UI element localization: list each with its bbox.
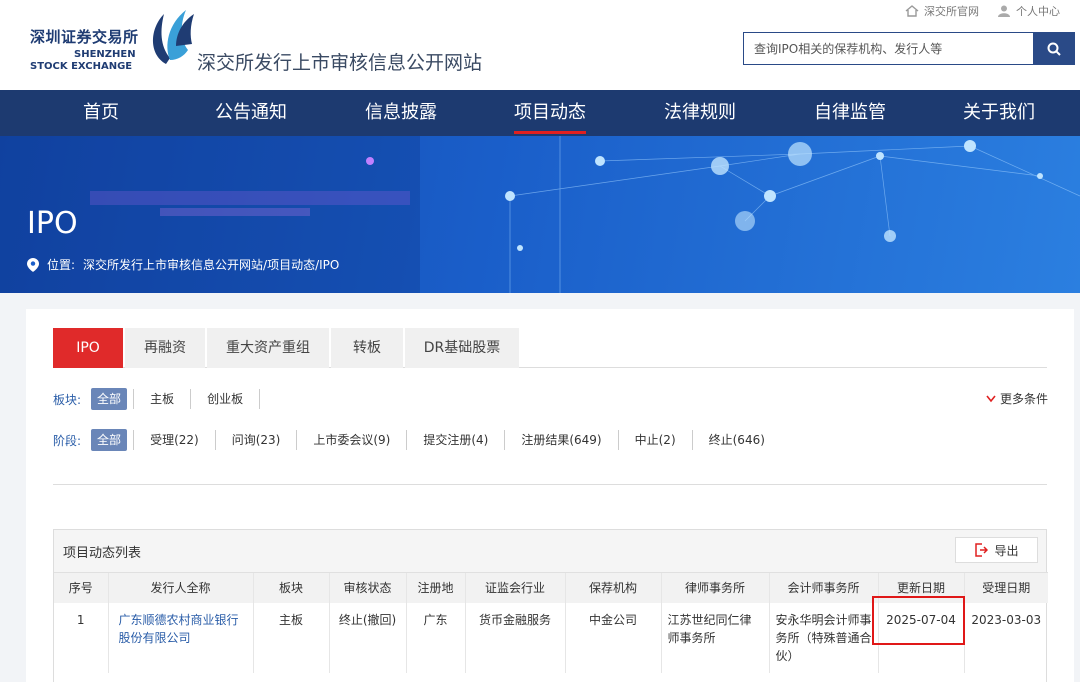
cell-review-status: 终止(撤回)	[328, 602, 406, 673]
cell-board: 主板	[252, 602, 329, 673]
nav-item-rules[interactable]: 法律规则	[664, 90, 736, 136]
column-header: 保荐机构	[564, 572, 661, 603]
cell-industry: 货币金融服务	[464, 602, 565, 673]
column-header: 律师事务所	[660, 572, 769, 603]
stage-option-listing-committee[interactable]: 上市委会议(9)	[303, 429, 400, 451]
stage-option-terminated[interactable]: 终止(646)	[699, 429, 775, 451]
tab-refinancing[interactable]: 再融资	[125, 328, 205, 368]
breadcrumb: 位置: 深交所发行上市审核信息公开网站/项目动态/IPO	[27, 256, 339, 273]
official-site-link[interactable]: 深交所官网	[905, 3, 979, 19]
search-input[interactable]	[743, 32, 1033, 65]
column-header[interactable]: 受理日期	[963, 572, 1048, 603]
official-site-label: 深交所官网	[924, 5, 979, 18]
logo-text-cn[interactable]: 深圳证券交易所	[30, 26, 139, 47]
tab-ipo[interactable]: IPO	[53, 328, 123, 368]
home-icon	[905, 5, 919, 17]
board-filter: 板块: 全部 主板 创业板	[53, 388, 266, 410]
nav-item-project-updates[interactable]: 项目动态	[514, 90, 586, 136]
logo-text-en-line2: STOCK EXCHANGE	[30, 61, 133, 72]
main-panel: IPO 再融资 重大资产重组 转板 DR基础股票 板块: 全部 主板 创业板 更…	[26, 309, 1074, 682]
user-center-label: 个人中心	[1016, 5, 1060, 18]
column-header: 板块	[252, 572, 329, 603]
logo-text-en-line1: SHENZHEN	[74, 49, 136, 60]
export-icon	[975, 543, 989, 557]
category-tabs: IPO 再融资 重大资产重组 转板 DR基础股票	[53, 328, 1047, 368]
column-header: 序号	[54, 572, 108, 603]
site-title: 深交所发行上市审核信息公开网站	[197, 52, 483, 74]
nav-item-disclosure[interactable]: 信息披露	[365, 90, 437, 136]
project-list-title: 项目动态列表	[63, 546, 142, 561]
stage-option-inquiry[interactable]: 问询(23)	[222, 429, 291, 451]
nav-item-home[interactable]: 首页	[83, 90, 119, 136]
board-option-chinext[interactable]: 创业板	[197, 388, 253, 410]
chevron-down-icon	[986, 395, 996, 402]
stage-filter: 阶段: 全部 受理(22) 问询(23) 上市委会议(9) 提交注册(4) 注册…	[53, 429, 775, 451]
cell-law-firm: 江苏世纪同仁律师事务所	[660, 602, 769, 673]
filter-divider	[53, 484, 1047, 485]
user-center-link[interactable]: 个人中心	[997, 3, 1060, 19]
stage-option-registration-result[interactable]: 注册结果(649)	[511, 429, 611, 451]
user-icon	[998, 5, 1010, 17]
stage-filter-label: 阶段:	[53, 433, 82, 448]
szse-logo-icon[interactable]	[146, 6, 196, 66]
update-date-highlight-box	[872, 596, 965, 645]
issuer-name-link[interactable]: 广东顺德农村商业银行股份有限公司	[107, 602, 253, 673]
more-conditions-button[interactable]: 更多条件	[986, 390, 1048, 407]
nav-item-about[interactable]: 关于我们	[963, 90, 1035, 136]
column-header: 发行人全称	[107, 572, 253, 603]
search-button[interactable]	[1033, 32, 1075, 65]
tab-dr-stock[interactable]: DR基础股票	[405, 328, 519, 368]
nav-item-notices[interactable]: 公告通知	[215, 90, 287, 136]
board-filter-label: 板块:	[53, 392, 82, 407]
breadcrumb-path[interactable]: 深交所发行上市审核信息公开网站/项目动态/IPO	[83, 256, 339, 273]
board-option-main[interactable]: 主板	[140, 388, 184, 410]
export-label: 导出	[994, 543, 1019, 558]
cell-index: 1	[76, 612, 85, 627]
column-header: 注册地	[405, 572, 465, 603]
more-conditions-label: 更多条件	[999, 392, 1048, 406]
column-header: 证监会行业	[464, 572, 565, 603]
page-title: IPO	[27, 206, 78, 241]
cell-registration-place: 广东	[405, 602, 465, 673]
nav-item-supervision[interactable]: 自律监管	[814, 90, 886, 136]
tab-major-restructuring[interactable]: 重大资产重组	[207, 328, 329, 368]
project-list-header: 项目动态列表 导出	[54, 530, 1046, 572]
column-header: 会计师事务所	[768, 572, 878, 603]
stage-option-all[interactable]: 全部	[91, 429, 128, 451]
page-banner: IPO 位置: 深交所发行上市审核信息公开网站/项目动态/IPO	[0, 136, 1080, 293]
tab-board-transfer[interactable]: 转板	[331, 328, 403, 368]
breadcrumb-label: 位置:	[47, 258, 76, 272]
cell-accounting-firm: 安永华明会计师事务所（特殊普通合伙）	[768, 602, 878, 673]
column-header: 审核状态	[328, 572, 406, 603]
stage-option-submitted-registration[interactable]: 提交注册(4)	[413, 429, 498, 451]
site-header: 深圳证券交易所 SHENZHEN STOCK EXCHANGE 深交所发行上市审…	[0, 0, 1080, 90]
cell-sponsor: 中金公司	[564, 602, 661, 673]
export-button[interactable]: 导出	[955, 537, 1038, 563]
stage-option-accepted[interactable]: 受理(22)	[140, 429, 209, 451]
location-pin-icon	[27, 257, 39, 272]
stage-option-suspended[interactable]: 中止(2)	[625, 429, 686, 451]
board-option-all[interactable]: 全部	[91, 388, 128, 410]
cell-accept-date: 2023-03-03	[963, 602, 1048, 673]
search-icon	[1047, 42, 1061, 56]
main-nav: 首页 公告通知 信息披露 项目动态 法律规则 自律监管 关于我们	[0, 90, 1080, 136]
